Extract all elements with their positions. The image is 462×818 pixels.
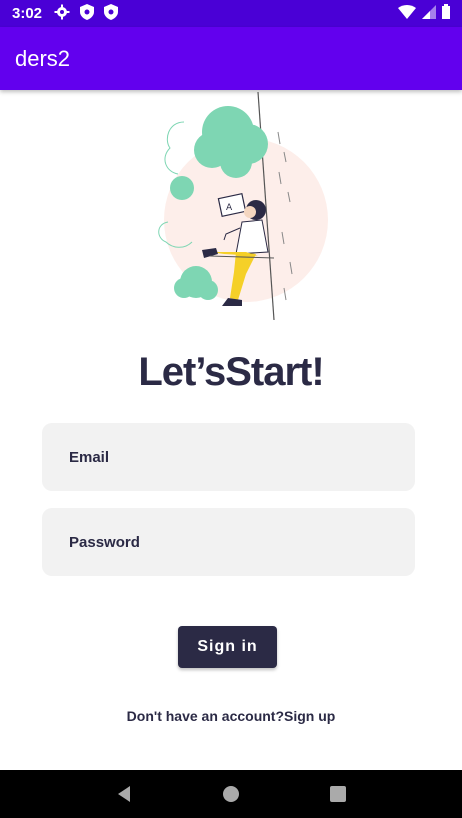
signup-row: Don't have an account? Sign up xyxy=(0,708,462,724)
home-icon[interactable] xyxy=(216,779,246,809)
battery-icon xyxy=(442,4,450,23)
signin-button[interactable]: Sign in xyxy=(178,626,277,668)
status-icons-right xyxy=(398,4,450,23)
status-time: 3:02 xyxy=(12,5,43,22)
email-field[interactable] xyxy=(42,423,415,491)
svg-text:A: A xyxy=(226,203,233,213)
status-bar: 3:02 xyxy=(0,0,462,27)
signup-prompt: Don't have an account? xyxy=(126,708,285,724)
status-icons-left xyxy=(54,3,119,24)
nav-bar xyxy=(0,770,462,818)
gear-icon xyxy=(54,4,70,24)
app-bar: ders2 xyxy=(0,27,462,90)
headline: Let’sStart! xyxy=(138,350,324,394)
shield-icon xyxy=(80,3,95,24)
back-icon[interactable] xyxy=(109,779,139,809)
wifi-icon xyxy=(398,4,416,23)
password-field[interactable] xyxy=(42,508,415,576)
app-title: ders2 xyxy=(15,45,71,71)
shield-icon xyxy=(104,3,119,24)
signal-icon xyxy=(422,4,436,23)
password-input[interactable] xyxy=(69,533,415,551)
email-input[interactable] xyxy=(69,448,415,466)
woman-with-laptop-illustration: A xyxy=(150,91,340,322)
signup-link[interactable]: Sign up xyxy=(284,708,335,724)
recents-icon[interactable] xyxy=(323,779,353,809)
